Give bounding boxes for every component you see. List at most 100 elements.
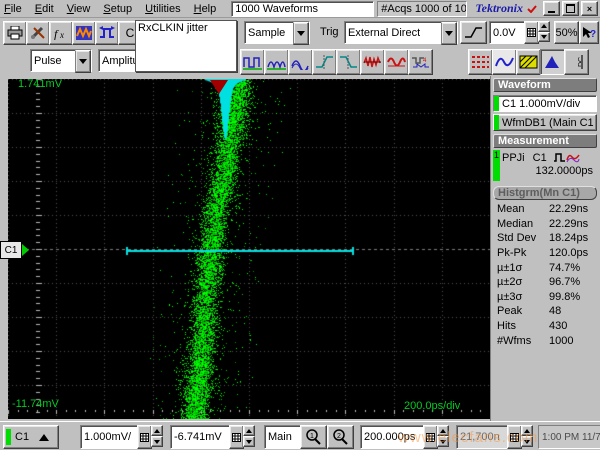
histogram-mode-button[interactable]: [540, 49, 565, 75]
meas-timing-grid-button[interactable]: 4: [408, 49, 433, 75]
spin-down-icon[interactable]: [243, 436, 255, 447]
spin-down-icon[interactable]: [538, 32, 550, 43]
spin-down-icon[interactable]: [521, 436, 533, 447]
stat-row-wfms: #Wfms1000: [497, 333, 597, 348]
meas-fall-time-button[interactable]: [336, 49, 361, 75]
measure-class-arrow[interactable]: [75, 50, 91, 73]
timebase-scale-label: 200.0ps/div: [404, 400, 460, 412]
vertical-position-value: -6.741mV: [174, 431, 222, 443]
magnifier-2-icon: 2: [332, 429, 349, 445]
stat-value: 22.29ns: [549, 203, 588, 215]
trigger-slope-button[interactable]: [460, 21, 487, 44]
stat-row-median: Median22.29ns: [497, 217, 597, 232]
menu-file[interactable]: File: [4, 3, 22, 15]
spin-up-icon[interactable]: [521, 425, 533, 436]
zoom-trace-button[interactable]: [95, 21, 119, 45]
horizontal-position-field[interactable]: 21,700n: [456, 425, 511, 449]
spin-up-icon[interactable]: [151, 425, 163, 436]
timebase-field[interactable]: Main: [264, 425, 301, 449]
trigger-level-field[interactable]: 0.0V: [489, 21, 528, 44]
spin-down-icon[interactable]: [151, 436, 163, 447]
waveform-display-button[interactable]: [72, 21, 96, 45]
keypad-icon: [527, 28, 536, 37]
horizontal-scale-spinner[interactable]: [437, 425, 449, 447]
stat-label: µ±1σ: [497, 262, 549, 274]
acquisition-mode-dropdown[interactable]: Sample: [244, 21, 310, 44]
trigger-source-arrow[interactable]: [441, 22, 457, 45]
mask-test-button[interactable]: [516, 49, 541, 75]
stat-value: 22.29ns: [549, 218, 588, 230]
vertical-position-spinner[interactable]: [243, 425, 255, 447]
measure-class-dropdown[interactable]: Pulse: [30, 49, 92, 72]
waveform-item-wfmdb1[interactable]: WfmDB1 (Main C1: [493, 114, 597, 131]
set-50-percent-button[interactable]: 50%: [554, 21, 579, 44]
noise-wave-icon: [387, 54, 406, 70]
spin-up-icon[interactable]: [538, 21, 550, 32]
vertical-scale-field[interactable]: 1.000mV/: [80, 425, 141, 449]
stat-row-mean: Mean22.29ns: [497, 202, 597, 217]
restore-button[interactable]: [562, 1, 579, 16]
stat-label: Mean: [497, 203, 549, 215]
context-help-button[interactable]: ?: [579, 21, 599, 44]
menu-utilities[interactable]: Utilities: [145, 3, 180, 15]
trigger-source-dropdown[interactable]: External Direct: [344, 21, 458, 44]
spin-down-icon[interactable]: [437, 436, 449, 447]
meas-sine-pair-button[interactable]: [288, 49, 313, 75]
menu-help[interactable]: Help: [194, 3, 217, 15]
menu-edit[interactable]: Edit: [35, 3, 54, 15]
spin-up-icon[interactable]: [243, 425, 255, 436]
meas-noise-wave-button[interactable]: [384, 49, 409, 75]
trigger-position-marker[interactable]: [210, 80, 228, 94]
measurement-header-text: Measurement: [498, 135, 569, 147]
chevron-down-icon: [445, 31, 453, 36]
vertical-scale-value: 1.000mV/: [84, 431, 131, 443]
waveform-view-button[interactable]: [492, 49, 517, 75]
setup-tools-button[interactable]: [26, 21, 50, 45]
clear-button-label: C: [126, 26, 135, 40]
trigger-level-spinner[interactable]: [538, 21, 550, 42]
trigger-level-keypad-button[interactable]: [524, 21, 539, 44]
stat-value: 96.7%: [549, 276, 580, 288]
measurement-item[interactable]: 1 PPJi C1 132.0000ps: [493, 150, 597, 181]
horizontal-position-spinner[interactable]: [521, 425, 533, 447]
vertical-label-button[interactable]: DC: [564, 49, 589, 75]
vertical-scale-spinner[interactable]: [151, 425, 163, 447]
acqs-text: #Acqs 1000 of 1000: [381, 3, 467, 15]
acquisition-mode-value: Sample: [245, 22, 285, 43]
minimize-button[interactable]: [543, 1, 560, 16]
close-icon: ×: [587, 4, 592, 14]
channel-select-button[interactable]: C1: [3, 425, 59, 449]
horizontal-scale-field[interactable]: 200.000ps: [360, 425, 427, 449]
vertical-scale-keypad-button[interactable]: [137, 425, 152, 449]
meas-rise-time-button[interactable]: [312, 49, 337, 75]
zoom-2-button[interactable]: 2: [327, 425, 354, 449]
minimize-icon: [548, 11, 555, 13]
printer-icon: [7, 26, 23, 40]
menu-setup[interactable]: Setup: [103, 3, 132, 15]
formula-icon: fx: [53, 26, 69, 40]
channel-marker[interactable]: C1: [0, 241, 29, 259]
acquisition-mode-arrow[interactable]: [293, 22, 309, 45]
vertical-position-field[interactable]: -6.741mV: [170, 425, 233, 449]
horizontal-position-keypad-button[interactable]: [507, 425, 522, 449]
meas-square-wave-button[interactable]: [240, 49, 265, 75]
stat-label: Median: [497, 218, 549, 230]
zoom-1-button[interactable]: 1: [300, 425, 327, 449]
keypad-icon: [232, 433, 241, 442]
comm-trigger-button[interactable]: [468, 49, 493, 75]
waveform-item-c1[interactable]: C1 1.000mV/div: [493, 95, 597, 112]
spin-up-icon[interactable]: [437, 425, 449, 436]
meas-noise-pulse-button[interactable]: [360, 49, 385, 75]
vertical-position-keypad-button[interactable]: [229, 425, 244, 449]
stat-label: Std Dev: [497, 232, 549, 244]
math-button[interactable]: fx: [49, 21, 73, 45]
meas-pulse-train-button[interactable]: [264, 49, 289, 75]
menu-view[interactable]: View: [67, 3, 91, 15]
tektronix-logo: Tektronix: [475, 1, 523, 16]
stat-label: Pk-Pk: [497, 247, 549, 259]
close-button[interactable]: ×: [581, 1, 598, 16]
sine-pair-icon: [291, 54, 310, 70]
print-button[interactable]: [3, 21, 27, 45]
horizontal-scale-keypad-button[interactable]: [423, 425, 438, 449]
stat-label: µ±3σ: [497, 291, 549, 303]
